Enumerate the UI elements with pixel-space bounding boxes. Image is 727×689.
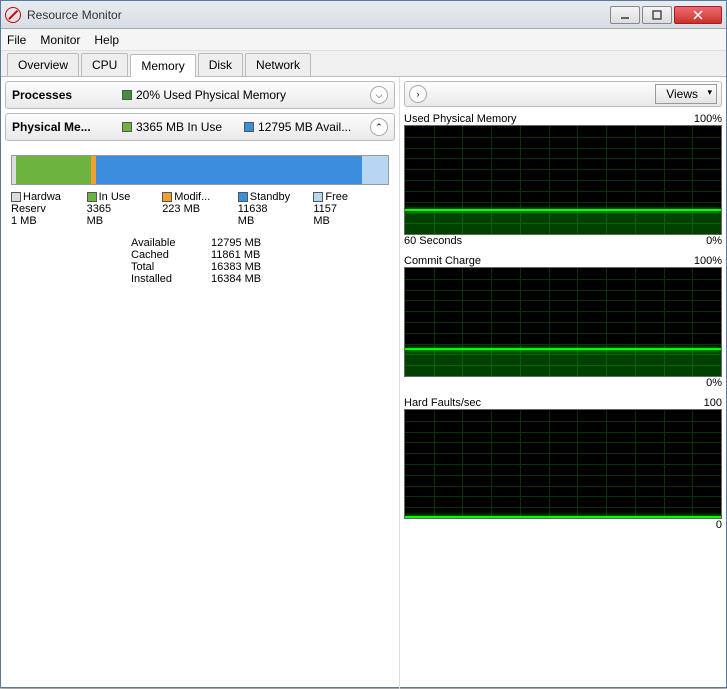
legend-col-3: Standby11638MB bbox=[238, 191, 314, 227]
tab-cpu[interactable]: CPU bbox=[81, 53, 128, 76]
chart-min: 0% bbox=[706, 377, 722, 389]
stat-available-key: Available bbox=[131, 237, 211, 249]
legend-sub: 11638 bbox=[238, 203, 314, 215]
left-pane: Processes 20% Used Physical Memory ⌵ Phy… bbox=[1, 77, 399, 689]
chart-2: Hard Faults/sec 100 0 bbox=[404, 397, 722, 531]
chevron-up-icon[interactable]: ⌃ bbox=[370, 118, 388, 136]
memory-stats: Available12795 MB Cached11861 MB Total16… bbox=[131, 237, 389, 285]
processes-swatch bbox=[122, 90, 132, 100]
processes-title: Processes bbox=[12, 88, 112, 102]
physmem-header[interactable]: Physical Me... 3365 MB In Use 12795 MB A… bbox=[5, 113, 395, 141]
memory-segment-3 bbox=[96, 156, 361, 184]
menu-file[interactable]: File bbox=[7, 33, 26, 47]
physmem-avail-label: 12795 MB Avail... bbox=[258, 120, 351, 134]
legend-col-1: In Use3365MB bbox=[87, 191, 163, 227]
legend-swatch-icon bbox=[313, 192, 323, 202]
legend-label: Free bbox=[313, 191, 389, 203]
legend-label: In Use bbox=[87, 191, 163, 203]
maximize-button[interactable] bbox=[642, 6, 672, 24]
legend-swatch-icon bbox=[11, 192, 21, 202]
memory-composition-bar bbox=[11, 155, 389, 185]
tab-overview[interactable]: Overview bbox=[7, 53, 79, 76]
legend-sub2: MB bbox=[87, 215, 163, 227]
stat-available-val: 12795 MB bbox=[211, 237, 261, 249]
memory-segment-1 bbox=[16, 156, 91, 184]
stat-total-key: Total bbox=[131, 261, 211, 273]
chart-title: Hard Faults/sec bbox=[404, 397, 481, 409]
stat-total-val: 16383 MB bbox=[211, 261, 261, 273]
legend-label: Standby bbox=[238, 191, 314, 203]
memory-segment-4 bbox=[362, 156, 388, 184]
right-pane: › Views Used Physical Memory 100% 60 Secon… bbox=[399, 77, 726, 689]
legend-sub: 3365 bbox=[87, 203, 163, 215]
app-window: Resource Monitor File Monitor Help Overv… bbox=[0, 0, 727, 688]
menu-help[interactable]: Help bbox=[94, 33, 119, 47]
processes-header[interactable]: Processes 20% Used Physical Memory ⌵ bbox=[5, 81, 395, 109]
processes-usage: 20% Used Physical Memory bbox=[136, 88, 286, 102]
chart-plot bbox=[404, 125, 722, 235]
minimize-button[interactable] bbox=[610, 6, 640, 24]
legend-col-4: Free1157MB bbox=[313, 191, 389, 227]
chart-0: Used Physical Memory 100% 60 Seconds 0% bbox=[404, 113, 722, 247]
chart-title: Used Physical Memory bbox=[404, 113, 516, 125]
legend-swatch-icon bbox=[87, 192, 97, 202]
legend-col-0: HardwaReserv1 MB bbox=[11, 191, 87, 227]
collapse-charts-icon[interactable]: › bbox=[409, 85, 427, 103]
legend-sub: 1157 bbox=[313, 203, 389, 215]
legend-sub2: MB bbox=[238, 215, 314, 227]
chart-plot bbox=[404, 409, 722, 519]
window-title: Resource Monitor bbox=[27, 8, 610, 22]
chart-xaxis: 60 Seconds bbox=[404, 235, 462, 247]
physmem-title: Physical Me... bbox=[12, 120, 112, 134]
chart-max: 100% bbox=[694, 255, 722, 267]
legend-swatch-icon bbox=[162, 192, 172, 202]
chart-min: 0% bbox=[706, 235, 722, 247]
charts-toolbar: › Views bbox=[404, 81, 722, 107]
tab-network[interactable]: Network bbox=[245, 53, 311, 76]
legend-value: 1 MB bbox=[11, 215, 87, 227]
chevron-down-icon[interactable]: ⌵ bbox=[370, 86, 388, 104]
chart-max: 100% bbox=[694, 113, 722, 125]
legend-sub: 223 MB bbox=[162, 203, 238, 215]
tab-disk[interactable]: Disk bbox=[198, 53, 243, 76]
chart-plot bbox=[404, 267, 722, 377]
menu-monitor[interactable]: Monitor bbox=[40, 33, 80, 47]
close-button[interactable] bbox=[674, 6, 722, 24]
legend-label: Hardwa bbox=[11, 191, 87, 203]
physmem-avail-swatch bbox=[244, 122, 254, 132]
legend-label: Modif... bbox=[162, 191, 238, 203]
titlebar[interactable]: Resource Monitor bbox=[1, 1, 726, 29]
views-button[interactable]: Views bbox=[655, 84, 717, 104]
chart-max: 100 bbox=[704, 397, 722, 409]
tab-memory[interactable]: Memory bbox=[130, 54, 195, 77]
physmem-inuse-label: 3365 MB In Use bbox=[136, 120, 222, 134]
stat-cached-key: Cached bbox=[131, 249, 211, 261]
legend-sub2: MB bbox=[313, 215, 389, 227]
chart-title: Commit Charge bbox=[404, 255, 481, 267]
chart-min: 0 bbox=[716, 519, 722, 531]
tabbar: Overview CPU Memory Disk Network bbox=[1, 51, 726, 77]
stat-cached-val: 11861 MB bbox=[211, 249, 260, 261]
legend-col-2: Modif...223 MB bbox=[162, 191, 238, 227]
memory-legend: HardwaReserv1 MBIn Use3365MBModif...223 … bbox=[11, 191, 389, 227]
stat-installed-key: Installed bbox=[131, 273, 211, 285]
chart-1: Commit Charge 100% 0% bbox=[404, 255, 722, 389]
legend-swatch-icon bbox=[238, 192, 248, 202]
memory-bar-section: HardwaReserv1 MBIn Use3365MBModif...223 … bbox=[5, 145, 395, 295]
app-icon bbox=[5, 7, 21, 23]
stat-installed-val: 16384 MB bbox=[211, 273, 261, 285]
menubar: File Monitor Help bbox=[1, 29, 726, 51]
physmem-inuse-swatch bbox=[122, 122, 132, 132]
legend-sub: Reserv bbox=[11, 203, 87, 215]
